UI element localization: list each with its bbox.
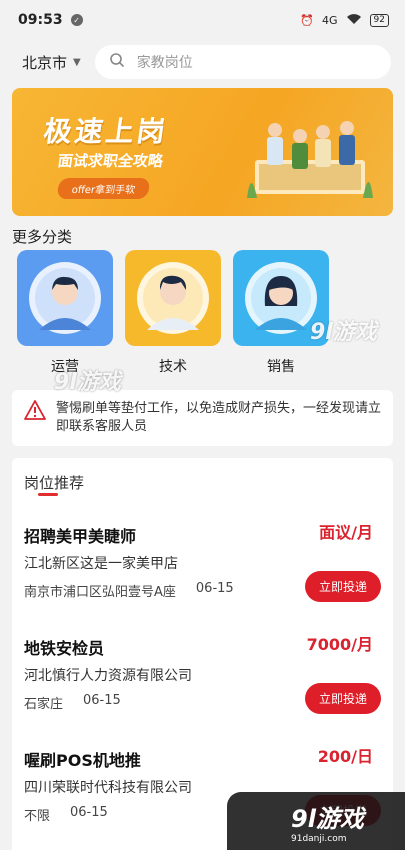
banner-tag: offer拿到手软 — [56, 178, 151, 199]
warning-icon — [24, 400, 46, 424]
job-date: 06-15 — [70, 805, 108, 820]
person-avatar-icon — [137, 262, 209, 334]
city-selector[interactable]: 北京市 ▼ — [22, 52, 81, 73]
category-card — [17, 250, 113, 346]
status-time: 09:53 — [18, 12, 63, 28]
job-meta: 不限 06-15 — [24, 805, 108, 824]
warning-notice: 警惕刷单等垫付工作，以免造成财产损失，一经发现请立即联系客服人员 — [12, 390, 393, 446]
category-label: 运营 — [51, 359, 79, 375]
job-salary: 面议/月 — [319, 523, 373, 542]
status-bar: 09:53 ✓ ⏰ 4G 92 — [0, 0, 405, 40]
alarm-icon: ⏰ — [300, 13, 315, 27]
job-card[interactable]: 地铁安检员 7000/月 河北慎行人力资源有限公司 石家庄 06-15 立即投递 — [24, 605, 381, 717]
section-title-categories: 更多分类 — [12, 228, 73, 246]
promo-banner[interactable]: 极速上岗 面试求职全攻略 offer拿到手软 — [12, 88, 393, 216]
wifi-icon — [346, 13, 362, 28]
category-label: 技术 — [159, 359, 187, 375]
category-card — [233, 250, 329, 346]
job-card[interactable]: 招聘美甲美睫师 面议/月 江北新区这是一家美甲店 南京市浦口区弘阳壹号A座 06… — [24, 493, 381, 605]
job-title: 地铁安检员 — [24, 639, 105, 658]
search-input[interactable]: 家教岗位 — [94, 45, 391, 79]
category-label: 销售 — [267, 359, 295, 375]
job-location: 不限 — [24, 809, 51, 824]
caret-down-icon: ▼ — [73, 56, 81, 68]
network-label: 4G — [322, 13, 338, 27]
watermark-domain: 91danji.com — [291, 833, 347, 844]
city-label: 北京市 — [22, 53, 68, 72]
job-meta: 南京市浦口区弘阳壹号A座 06-15 — [24, 581, 234, 600]
category-item-operations[interactable]: 运营 — [17, 250, 113, 376]
watermark-brand: 9l游戏 — [291, 804, 364, 833]
warning-text: 警惕刷单等垫付工作，以免造成财产损失，一经发现请立即联系客服人员 — [56, 401, 382, 434]
watermark-badge: 9l游戏 91danji.com — [227, 792, 405, 850]
banner-subtitle: 面试求职全攻略 — [56, 152, 165, 170]
notification-icon: ✓ — [70, 14, 83, 26]
person-avatar-icon — [29, 262, 101, 334]
category-item-tech[interactable]: 技术 — [125, 250, 221, 376]
job-salary: 200/日 — [317, 747, 373, 766]
job-title: 喔刷POS机地推 — [24, 751, 141, 770]
search-icon — [109, 52, 125, 72]
battery-icon: 92 — [369, 13, 389, 27]
job-location: 石家庄 — [24, 697, 64, 712]
job-company: 河北慎行人力资源有限公司 — [24, 668, 192, 684]
job-title: 招聘美甲美睫师 — [24, 527, 137, 546]
person-avatar-icon — [245, 262, 317, 334]
search-placeholder: 家教岗位 — [136, 55, 193, 71]
category-card — [125, 250, 221, 346]
job-date: 06-15 — [195, 581, 234, 596]
category-list: 运营 技术 销售 — [0, 244, 405, 376]
job-date: 06-15 — [83, 693, 121, 708]
apply-button[interactable]: 立即投递 — [304, 571, 381, 602]
job-company: 江北新区这是一家美甲店 — [24, 556, 178, 572]
category-item-sales[interactable]: 销售 — [233, 250, 329, 376]
job-meta: 石家庄 06-15 — [24, 693, 121, 712]
search-row: 北京市 ▼ 家教岗位 — [0, 40, 405, 84]
job-location: 南京市浦口区弘阳壹号A座 — [24, 585, 176, 600]
people-illustration — [247, 121, 373, 198]
section-title-jobs: 岗位推荐 — [24, 474, 85, 496]
job-salary: 7000/月 — [306, 635, 373, 654]
apply-button[interactable]: 立即投递 — [304, 683, 381, 714]
banner-title: 极速上岗 — [41, 115, 171, 148]
job-company: 四川荣联时代科技有限公司 — [24, 780, 192, 796]
